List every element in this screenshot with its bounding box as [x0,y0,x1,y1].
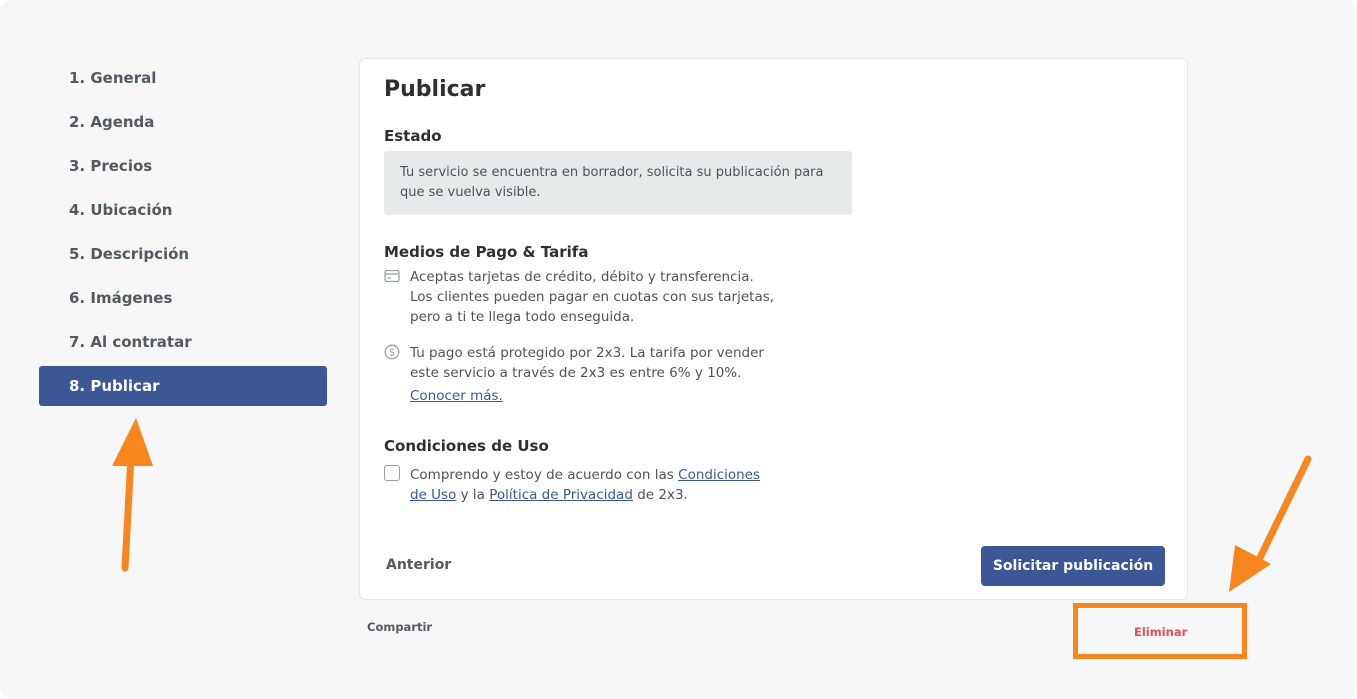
page-canvas: 1. General 2. Agenda 3. Precios 4. Ubica… [0,0,1357,699]
arrow-down-left-icon [1229,455,1312,592]
annotation-arrows [112,418,1312,592]
arrow-up-icon [112,418,153,572]
